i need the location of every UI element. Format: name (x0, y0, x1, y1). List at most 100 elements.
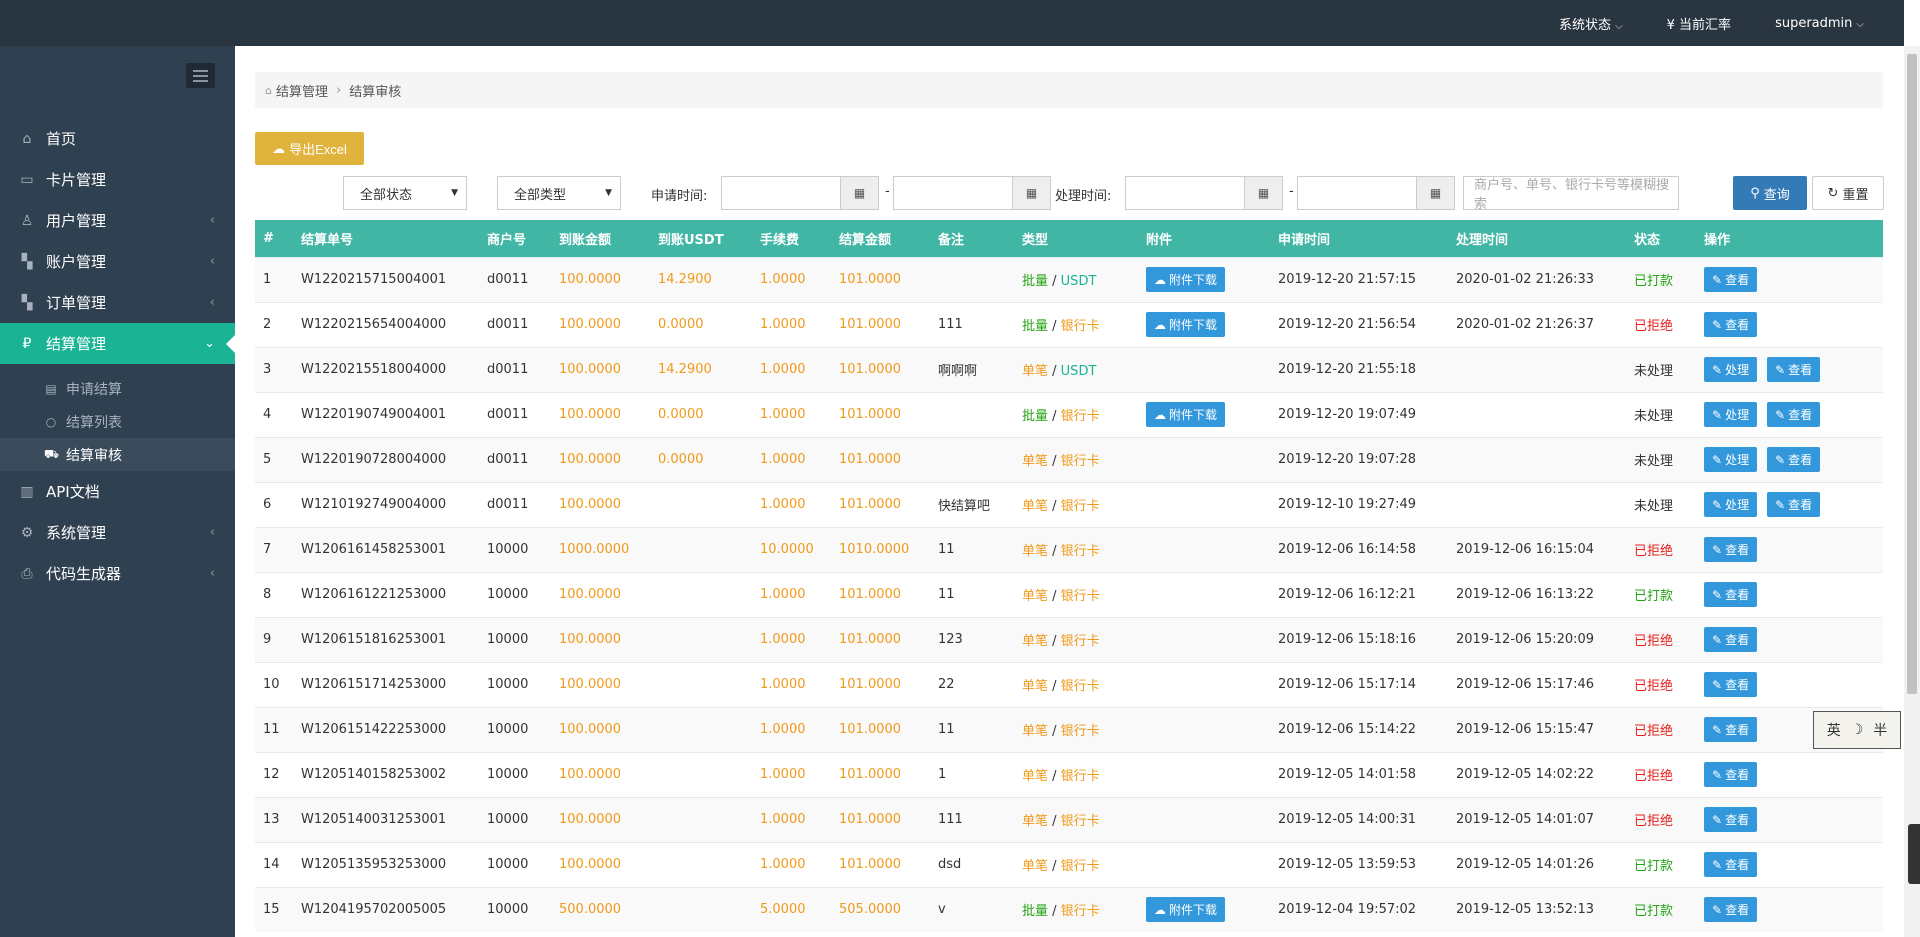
status-badge: 已打款 (1626, 571, 1696, 617)
sidebar-item-user[interactable]: ♙ 用户管理 ‹ (0, 200, 235, 241)
query-button[interactable]: ⚲ 查询 (1733, 176, 1807, 210)
cell-apply-time: 2019-12-04 19:57:02 (1270, 886, 1448, 932)
sidebar-subitem-review[interactable]: ⛟ 结算审核 (0, 438, 235, 471)
cell-attachment: ☁ 附件下载 (1138, 256, 1270, 302)
cell-index: 11 (255, 706, 293, 752)
type-select[interactable]: 全部类型 ▼ (497, 176, 621, 210)
cell-type: 批量 / 银行卡 (1014, 391, 1138, 437)
process-button[interactable]: ✎ 处理 (1704, 357, 1758, 382)
view-button[interactable]: ✎ 查看 (1704, 717, 1758, 742)
view-button[interactable]: ✎ 查看 (1767, 357, 1821, 382)
export-excel-button[interactable]: ☁ 导出Excel (255, 132, 364, 165)
type-mode: 批量 (1022, 274, 1049, 289)
top-navbar: 系统状态 ⌵ ¥ 当前汇率 superadmin ⌵ (0, 0, 1904, 46)
view-button[interactable]: ✎ 查看 (1704, 537, 1758, 562)
cell-order-no: W1206151422253000 (293, 706, 479, 752)
side-edge-tab[interactable] (1908, 824, 1920, 884)
view-button[interactable]: ✎ 查看 (1704, 312, 1758, 337)
type-separator: / (1048, 724, 1061, 739)
view-button[interactable]: ✎ 查看 (1704, 897, 1758, 923)
system-status-menu[interactable]: 系统状态 ⌵ (1559, 14, 1623, 33)
cell-total: 101.0000 (831, 796, 930, 842)
sidebar-item-codegen[interactable]: ⎙ 代码生成器 ‹ (0, 553, 235, 594)
view-button[interactable]: ✎ 查看 (1704, 807, 1758, 832)
view-button[interactable]: ✎ 查看 (1704, 852, 1758, 877)
process-end-date-input[interactable]: ▦ (1297, 176, 1455, 210)
sidebar-item-api[interactable]: ▥ API文档 (0, 471, 235, 512)
sidebar-item-home[interactable]: ⌂ 首页 (0, 118, 235, 159)
cell-note: 1 (930, 751, 1014, 797)
sidebar: ⌂ 首页 ▭ 卡片管理 ♙ 用户管理 ‹ ▚ 账户管理 ‹ ▚ 订单管理 ‹ ₽ 结算管理 ⌄ ▤ 申… (0, 46, 235, 937)
moon-icon[interactable]: ☽ (1851, 722, 1864, 738)
sidebar-subitem-apply[interactable]: ▤ 申请结算 (0, 372, 235, 405)
edit-icon: ✎ (1712, 722, 1723, 737)
type-separator: / (1048, 814, 1061, 829)
cell-amount: 100.0000 (551, 256, 650, 302)
process-start-date-input[interactable]: ▦ (1125, 176, 1283, 210)
type-mode: 单笔 (1022, 454, 1049, 469)
scrollbar-thumb[interactable] (1907, 54, 1917, 694)
ime-toolbar[interactable]: 英 ☽ 半 (1813, 711, 1901, 749)
status-badge: 已打款 (1626, 886, 1696, 932)
view-button[interactable]: ✎ 查看 (1704, 627, 1758, 652)
search-input[interactable]: 商户号、单号、银行卡号等模糊搜索 (1463, 176, 1679, 212)
process-button[interactable]: ✎ 处理 (1704, 402, 1758, 427)
cell-note: 11 (930, 526, 1014, 572)
view-button[interactable]: ✎ 查看 (1704, 582, 1758, 607)
status-badge: 已拒绝 (1626, 796, 1696, 842)
status-select[interactable]: 全部状态 ▼ (343, 176, 467, 210)
cell-note: 啊啊啊 (930, 346, 1014, 392)
attachment-download-button[interactable]: ☁ 附件下载 (1146, 897, 1226, 923)
cell-fee: 5.0000 (752, 886, 831, 932)
attachment-download-button[interactable]: ☁ 附件下载 (1146, 402, 1226, 427)
calendar-icon[interactable]: ▦ (1244, 177, 1282, 209)
sidebar-item-system[interactable]: ⚙ 系统管理 ‹ (0, 512, 235, 553)
reset-button[interactable]: ↻ 重置 (1812, 176, 1884, 210)
cell-type: 单笔 / 银行卡 (1014, 661, 1138, 707)
status-badge: 已拒绝 (1626, 661, 1696, 707)
edit-icon: ✎ (1712, 497, 1723, 512)
sidebar-item-account[interactable]: ▚ 账户管理 ‹ (0, 241, 235, 282)
apply-start-date-input[interactable]: ▦ (721, 176, 879, 210)
exchange-rate-link[interactable]: ¥ 当前汇率 (1667, 14, 1731, 33)
breadcrumb-parent[interactable]: 结算管理 (276, 81, 328, 100)
cell-usdt (650, 841, 752, 887)
sidebar-item-order[interactable]: ▚ 订单管理 ‹ (0, 282, 235, 323)
ime-language[interactable]: 英 (1827, 720, 1841, 740)
ime-width[interactable]: 半 (1873, 720, 1887, 740)
cell-index: 15 (255, 886, 293, 932)
view-button[interactable]: ✎ 查看 (1704, 762, 1758, 787)
calendar-icon[interactable]: ▦ (1012, 177, 1050, 209)
attachment-download-button[interactable]: ☁ 附件下载 (1146, 312, 1226, 337)
menu-toggle-button[interactable] (186, 63, 215, 88)
sidebar-subitem-list[interactable]: ○ 结算列表 (0, 405, 235, 438)
view-button[interactable]: ✎ 查看 (1767, 447, 1821, 472)
process-button[interactable]: ✎ 处理 (1704, 447, 1758, 472)
view-button[interactable]: ✎ 查看 (1704, 267, 1758, 292)
table-row: 5 W1220190728004000 d0011 100.0000 0.0000 1.0… (255, 436, 1883, 482)
cell-note (930, 391, 1014, 437)
sidebar-item-settlement[interactable]: ₽ 结算管理 ⌄ (0, 323, 235, 364)
cell-apply-time: 2019-12-20 19:07:28 (1270, 436, 1448, 482)
user-menu[interactable]: superadmin ⌵ (1775, 16, 1864, 31)
account-icon: ▚ (21, 253, 33, 270)
col-fee: 手续费 (752, 220, 831, 257)
view-button[interactable]: ✎ 查看 (1767, 402, 1821, 427)
calendar-icon[interactable]: ▦ (840, 177, 878, 209)
cell-usdt: 0.0000 (650, 301, 752, 347)
page-scrollbar[interactable] (1904, 46, 1920, 937)
cell-amount: 100.0000 (551, 481, 650, 527)
apply-end-date-input[interactable]: ▦ (893, 176, 1051, 210)
cell-fee: 1.0000 (752, 571, 831, 617)
cell-attachment: ☁ 附件下载 (1138, 886, 1270, 932)
process-button[interactable]: ✎ 处理 (1704, 492, 1758, 517)
view-button[interactable]: ✎ 查看 (1767, 492, 1821, 517)
cell-total: 101.0000 (831, 391, 930, 437)
view-button[interactable]: ✎ 查看 (1704, 672, 1758, 697)
attachment-download-button[interactable]: ☁ 附件下载 (1146, 267, 1226, 292)
type-separator: / (1048, 859, 1061, 874)
calendar-icon[interactable]: ▦ (1416, 177, 1454, 209)
cell-order-no: W1206151816253001 (293, 616, 479, 662)
sidebar-item-card[interactable]: ▭ 卡片管理 (0, 159, 235, 200)
status-badge: 已拒绝 (1626, 301, 1696, 347)
